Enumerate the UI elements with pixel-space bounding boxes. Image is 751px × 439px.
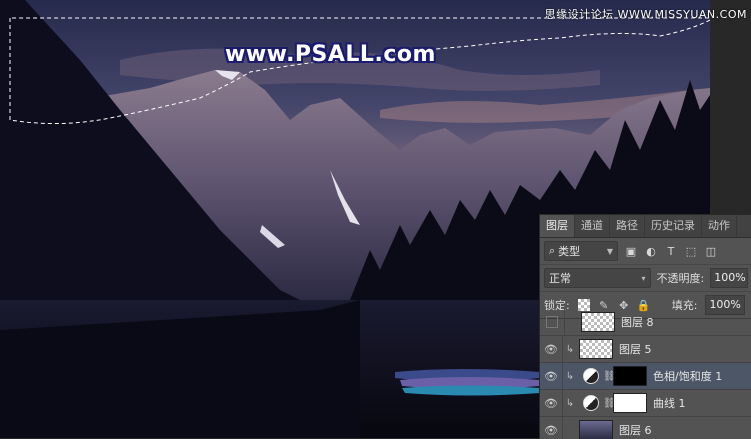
tab-history[interactable]: 历史记录 (645, 215, 702, 237)
adjustment-layer-icon (583, 368, 599, 384)
layer-filter-row: ⌕ 类型 ▼ ▣ ◐ T ⬚ ◫ (540, 238, 751, 264)
tab-actions[interactable]: 动作 (702, 215, 737, 237)
layer-name: 图层 6 (619, 424, 652, 437)
chevron-updown-icon: ▾ (641, 273, 646, 283)
layer-thumbnail (581, 312, 615, 332)
pixel-filter-icon[interactable]: ▣ (624, 244, 638, 258)
search-icon: ⌕ (549, 244, 556, 257)
layer-name: 图层 8 (621, 316, 654, 329)
tab-paths[interactable]: 路径 (610, 215, 645, 237)
layer-row[interactable]: 👁 图层 6 (540, 417, 751, 439)
layer-kind-filter[interactable]: ⌕ 类型 ▼ (544, 241, 618, 261)
eye-icon[interactable]: 👁 (540, 397, 562, 410)
opacity-input[interactable]: 100% (710, 268, 748, 288)
blend-mode-value: 正常 (549, 272, 571, 285)
layer-row[interactable]: 👁 ↳ ⛓ 曲线 1 (540, 390, 751, 417)
tab-channels[interactable]: 通道 (575, 215, 610, 237)
layer-mask-thumbnail[interactable] (613, 393, 647, 413)
layer-name: 曲线 1 (653, 397, 686, 410)
visibility-toggle[interactable] (546, 316, 558, 328)
link-icon[interactable]: ⛓ (603, 371, 616, 382)
link-icon[interactable]: ⛓ (603, 398, 616, 409)
eye-icon[interactable]: 👁 (540, 424, 562, 437)
clipping-arrow-icon: ↳ (565, 370, 575, 382)
watermark-site: 思缘设计论坛 WWW.MISSYUAN.COM (544, 8, 747, 21)
layer-thumbnail (579, 339, 613, 359)
chevron-down-icon: ▼ (606, 246, 613, 256)
clipping-arrow-icon: ↳ (565, 343, 575, 355)
watermark-psall: www.PSALL.com (225, 42, 436, 67)
opacity-label: 不透明度: (656, 272, 705, 285)
layer-mask-thumbnail[interactable] (613, 366, 647, 386)
adjustment-layer-icon (583, 395, 599, 411)
eye-icon[interactable]: 👁 (540, 343, 562, 356)
smart-object-filter-icon[interactable]: ◫ (704, 244, 718, 258)
layer-name: 色相/饱和度 1 (653, 370, 723, 383)
clipping-arrow-icon: ↳ (565, 397, 575, 409)
eye-icon[interactable]: 👁 (540, 370, 562, 383)
shape-filter-icon[interactable]: ⬚ (684, 244, 698, 258)
layer-name: 图层 5 (619, 343, 652, 356)
tab-layers[interactable]: 图层 (540, 215, 575, 237)
adjustment-filter-icon[interactable]: ◐ (644, 244, 658, 258)
blend-mode-select[interactable]: 正常 ▾ (544, 268, 651, 288)
layer-thumbnail (579, 420, 613, 439)
blend-row: 正常 ▾ 不透明度: 100% (540, 264, 751, 291)
layer-list: 图层 8 👁 ↳ 图层 5 👁 ↳ ⛓ 色相/饱和度 1 👁 ↳ ⛓ 曲线 1 … (540, 309, 751, 439)
kind-filter-label: 类型 (558, 245, 581, 258)
type-filter-icon[interactable]: T (664, 244, 678, 258)
layers-panel: 图层 通道 路径 历史记录 动作 ⌕ 类型 ▼ ▣ ◐ T ⬚ ◫ 正常 ▾ 不… (539, 214, 751, 439)
layer-row-selected[interactable]: 👁 ↳ ⛓ 色相/饱和度 1 (540, 363, 751, 390)
layer-row[interactable]: 👁 ↳ 图层 5 (540, 336, 751, 363)
layer-row[interactable]: 图层 8 (540, 309, 751, 336)
panel-tabs: 图层 通道 路径 历史记录 动作 (540, 215, 751, 238)
